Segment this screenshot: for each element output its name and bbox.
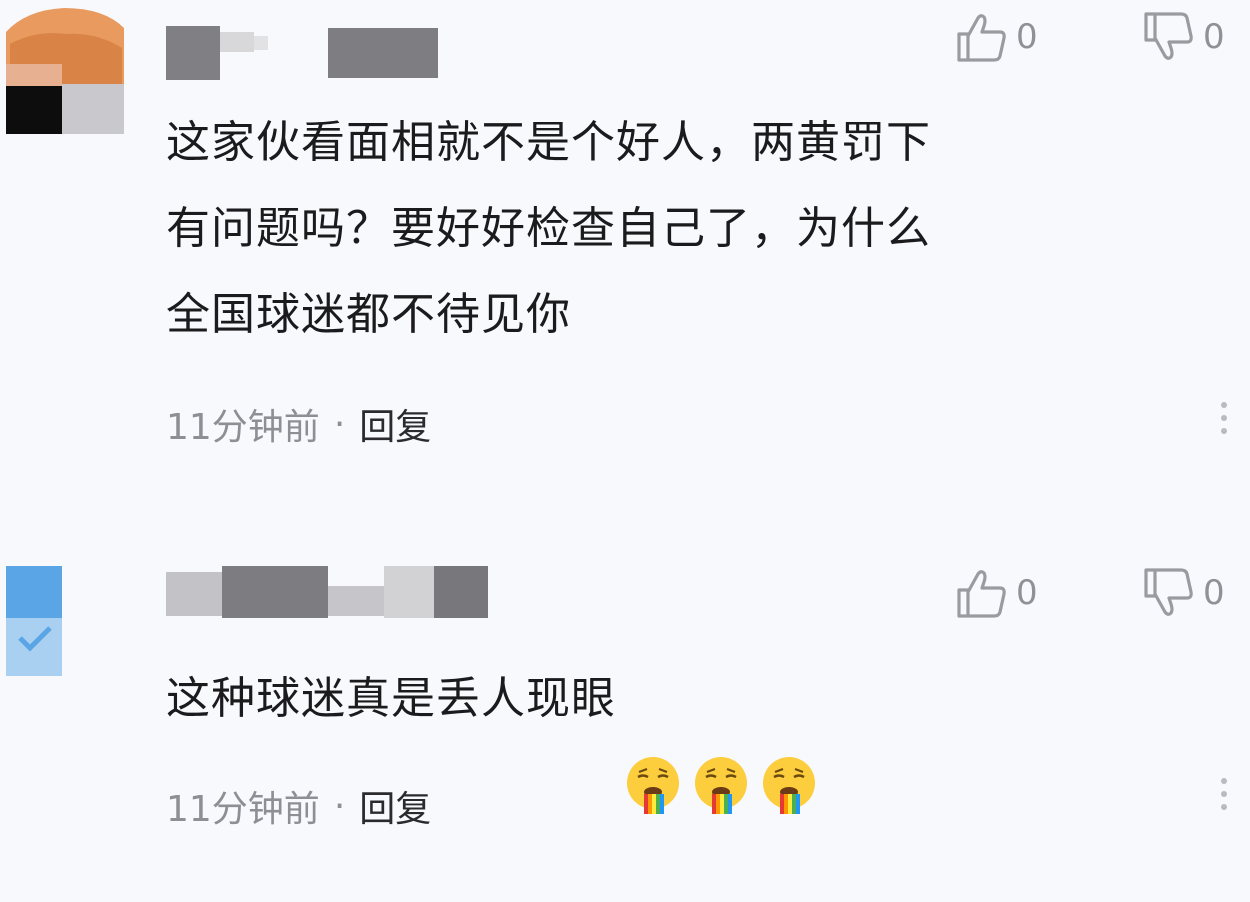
username-pixelated[interactable] <box>166 26 438 80</box>
comment-time: 11分钟前 <box>166 789 320 830</box>
dislike-count: 0 <box>1203 17 1225 57</box>
vomiting-face-emoji <box>622 668 684 814</box>
comment-item: 0 0 这种球迷真是丢人现眼 11分钟前 · 回复 <box>0 540 1250 830</box>
more-vertical-icon <box>1221 778 1227 784</box>
vomiting-face-emoji <box>758 668 820 814</box>
more-options-button[interactable] <box>1218 778 1230 810</box>
comment-item: 0 0 这家伙看面相就不是个好人，两黄罚下 有问题吗？要好好检查自己了，为什么 … <box>0 0 1250 540</box>
like-button[interactable]: 0 <box>954 566 1038 620</box>
like-count: 0 <box>1016 17 1038 57</box>
comment-body: 这种球迷真是丢人现眼 <box>166 656 1226 814</box>
more-vertical-icon <box>1221 402 1227 408</box>
thumbs-down-icon <box>1141 566 1195 620</box>
dislike-count: 0 <box>1203 573 1225 613</box>
avatar[interactable] <box>6 566 62 676</box>
comment-text: 这家伙看面相就不是个好人，两黄罚下 有问题吗？要好好检查自己了，为什么 全国球迷… <box>166 117 931 340</box>
thumbs-up-icon <box>954 10 1008 64</box>
comment-meta: 11分钟前 · 回复 <box>166 780 431 832</box>
like-count: 0 <box>1016 573 1038 613</box>
vomiting-face-emoji <box>690 668 752 814</box>
meta-separator: · <box>333 785 346 827</box>
more-options-button[interactable] <box>1218 402 1230 434</box>
comment-time: 11分钟前 <box>166 407 320 448</box>
thumbs-up-icon <box>954 566 1008 620</box>
comment-meta: 11分钟前 · 回复 <box>166 398 431 450</box>
like-button[interactable]: 0 <box>954 10 1038 64</box>
thumbs-down-icon <box>1141 10 1195 64</box>
reply-button[interactable]: 回复 <box>359 780 431 832</box>
comment-text: 这种球迷真是丢人现眼 <box>166 673 616 724</box>
username-pixelated[interactable] <box>166 566 492 618</box>
meta-separator: · <box>333 403 346 445</box>
avatar[interactable] <box>6 4 124 134</box>
dislike-button[interactable]: 0 <box>1141 10 1225 64</box>
dislike-button[interactable]: 0 <box>1141 566 1225 620</box>
reply-button[interactable]: 回复 <box>359 398 431 450</box>
